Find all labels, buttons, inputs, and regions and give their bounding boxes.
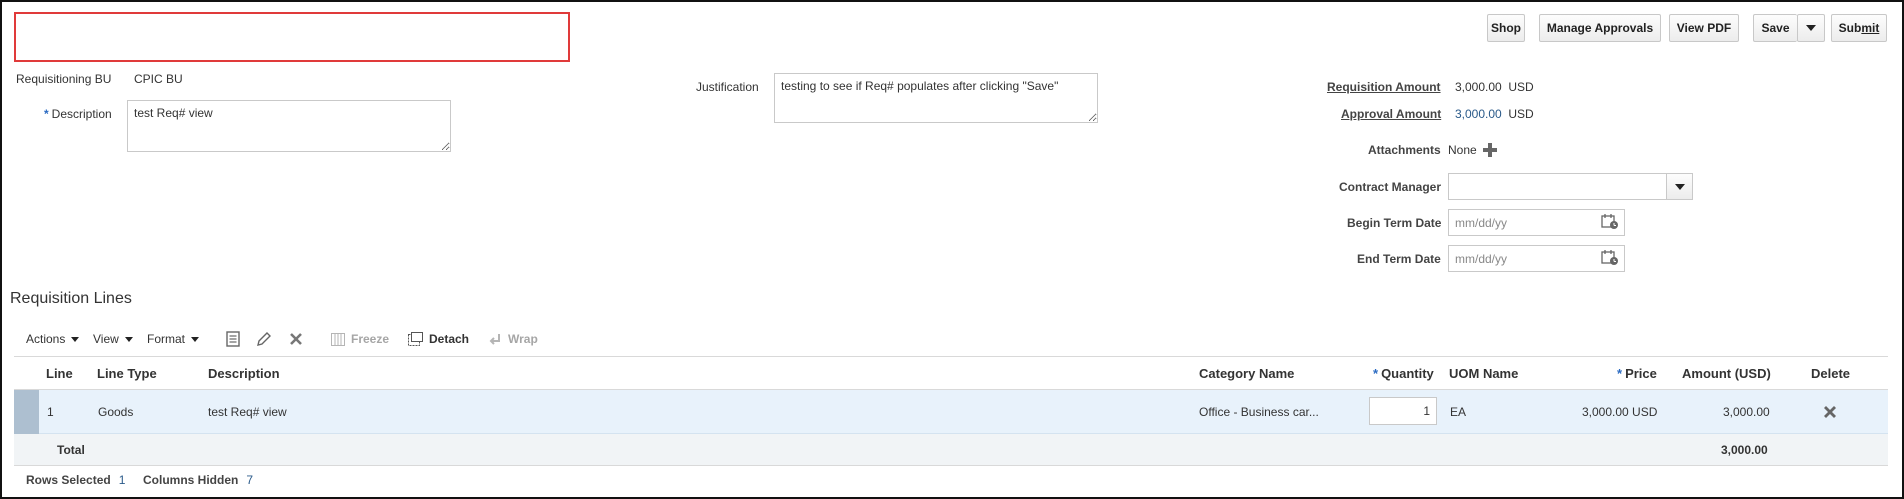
requisition-lines-table: Line Line Type Description Category Name…	[14, 356, 1888, 466]
begin-term-date-field[interactable]	[1448, 209, 1625, 236]
save-button[interactable]: Save	[1753, 14, 1797, 42]
approval-amount-value: 3,000.00 USD	[1455, 107, 1534, 121]
requisition-amount-currency: USD	[1508, 80, 1534, 94]
justification-label: Justification	[696, 80, 759, 94]
col-header-price-text: Price	[1625, 366, 1657, 381]
requisitioning-bu-label: Requisitioning BU	[16, 72, 112, 86]
attachments-value: None	[1448, 143, 1497, 157]
description-label: * Description	[44, 107, 112, 121]
view-pdf-button[interactable]: View PDF	[1669, 14, 1739, 42]
columns-hidden-label: Columns Hidden	[143, 473, 239, 487]
col-header-line[interactable]: Line	[46, 366, 73, 381]
calendar-icon[interactable]	[1601, 249, 1619, 266]
total-label: Total	[57, 443, 85, 457]
shop-button[interactable]: Shop	[1487, 14, 1525, 42]
col-header-amount[interactable]: Amount (USD)	[1682, 366, 1771, 381]
cell-line-type: Goods	[98, 405, 134, 419]
col-header-quantity-text: Quantity	[1381, 366, 1434, 381]
cell-category-name: Office - Business car...	[1199, 405, 1319, 419]
cell-amount: 3,000.00	[1723, 405, 1770, 419]
format-menu[interactable]: Format	[147, 332, 200, 346]
approval-amount-label[interactable]: Approval Amount	[1341, 107, 1441, 121]
detach-label: Detach	[429, 332, 470, 346]
chevron-down-icon	[1674, 183, 1685, 190]
cell-uom-name: EA	[1450, 405, 1467, 419]
contract-manager-dropdown[interactable]	[1666, 173, 1693, 200]
description-field[interactable]	[127, 100, 451, 152]
end-term-date-field[interactable]	[1448, 245, 1625, 272]
detach-button[interactable]: Detach	[408, 332, 469, 346]
detach-icon	[408, 332, 423, 346]
requisitioning-bu-value: CPIC BU	[134, 72, 183, 86]
rows-selected-status: Rows Selected 1	[26, 473, 125, 487]
required-marker: *	[44, 107, 49, 121]
approval-amount-currency: USD	[1508, 107, 1534, 121]
wrap-button[interactable]: Wrap	[489, 332, 538, 346]
approval-amount-number: 3,000.00	[1455, 107, 1502, 121]
description-label-text: Description	[51, 107, 112, 121]
col-header-description[interactable]: Description	[208, 366, 280, 381]
highlighted-region	[14, 12, 570, 62]
requisition-lines-title: Requisition Lines	[10, 290, 132, 307]
add-icon[interactable]	[1482, 143, 1497, 157]
wrap-icon	[489, 333, 500, 345]
required-marker: *	[1373, 366, 1379, 381]
save-dropdown-button[interactable]	[1797, 14, 1825, 42]
wrap-label: Wrap	[508, 332, 538, 346]
chevron-down-icon	[71, 336, 80, 342]
requisition-amount-label[interactable]: Requisition Amount	[1327, 80, 1441, 94]
attachments-none-text: None	[1448, 143, 1477, 157]
manage-approvals-button[interactable]: Manage Approvals	[1539, 14, 1661, 42]
submit-button[interactable]: Sub mit	[1831, 14, 1887, 42]
begin-term-date-label: Begin Term Date	[1347, 216, 1442, 230]
required-marker: *	[1617, 366, 1623, 381]
cell-description: test Req# view	[208, 405, 287, 419]
view-label: View	[93, 332, 119, 346]
total-row: Total 3,000.00	[14, 434, 1888, 466]
col-header-price[interactable]: * Price	[1617, 366, 1657, 381]
columns-hidden-status: Columns Hidden 7	[143, 473, 253, 487]
format-label: Format	[147, 332, 186, 346]
freeze-icon	[331, 332, 345, 346]
calendar-icon[interactable]	[1601, 213, 1619, 230]
col-header-quantity[interactable]: * Quantity	[1373, 366, 1434, 381]
freeze-button[interactable]: Freeze	[331, 332, 389, 346]
rows-selected-label: Rows Selected	[26, 473, 111, 487]
requisition-amount-value: 3,000.00 USD	[1455, 80, 1534, 94]
quantity-input[interactable]	[1369, 397, 1437, 425]
requisition-amount-number: 3,000.00	[1455, 80, 1502, 94]
rows-selected-value: 1	[118, 473, 126, 487]
col-header-line-type[interactable]: Line Type	[97, 366, 157, 381]
delete-icon[interactable]	[289, 332, 303, 346]
delete-row-icon[interactable]	[1823, 405, 1837, 419]
view-details-icon[interactable]	[226, 331, 240, 347]
actions-menu[interactable]: Actions	[26, 332, 80, 346]
cell-line: 1	[47, 405, 54, 419]
view-menu[interactable]: View	[93, 332, 133, 346]
edit-icon[interactable]	[256, 331, 272, 347]
row-selector[interactable]	[14, 390, 39, 434]
end-term-date-label: End Term Date	[1357, 252, 1441, 266]
table-row[interactable]: 1 Goods test Req# view Office - Business…	[14, 390, 1888, 434]
chevron-down-icon	[191, 336, 200, 342]
col-header-delete[interactable]: Delete	[1811, 366, 1850, 381]
chevron-down-icon	[1806, 25, 1816, 31]
attachments-label: Attachments	[1368, 143, 1441, 157]
col-header-category-name[interactable]: Category Name	[1199, 366, 1294, 381]
table-header: Line Line Type Description Category Name…	[14, 356, 1888, 390]
freeze-label: Freeze	[351, 332, 390, 346]
contract-manager-label: Contract Manager	[1339, 180, 1442, 194]
justification-field[interactable]	[774, 73, 1098, 123]
chevron-down-icon	[124, 336, 133, 342]
cell-price: 3,000.00 USD	[1582, 405, 1658, 419]
contract-manager-field[interactable]	[1448, 173, 1667, 200]
col-header-uom-name[interactable]: UOM Name	[1449, 366, 1518, 381]
columns-hidden-value[interactable]: 7	[246, 473, 253, 487]
actions-label: Actions	[26, 332, 66, 346]
total-amount: 3,000.00	[1721, 443, 1768, 457]
